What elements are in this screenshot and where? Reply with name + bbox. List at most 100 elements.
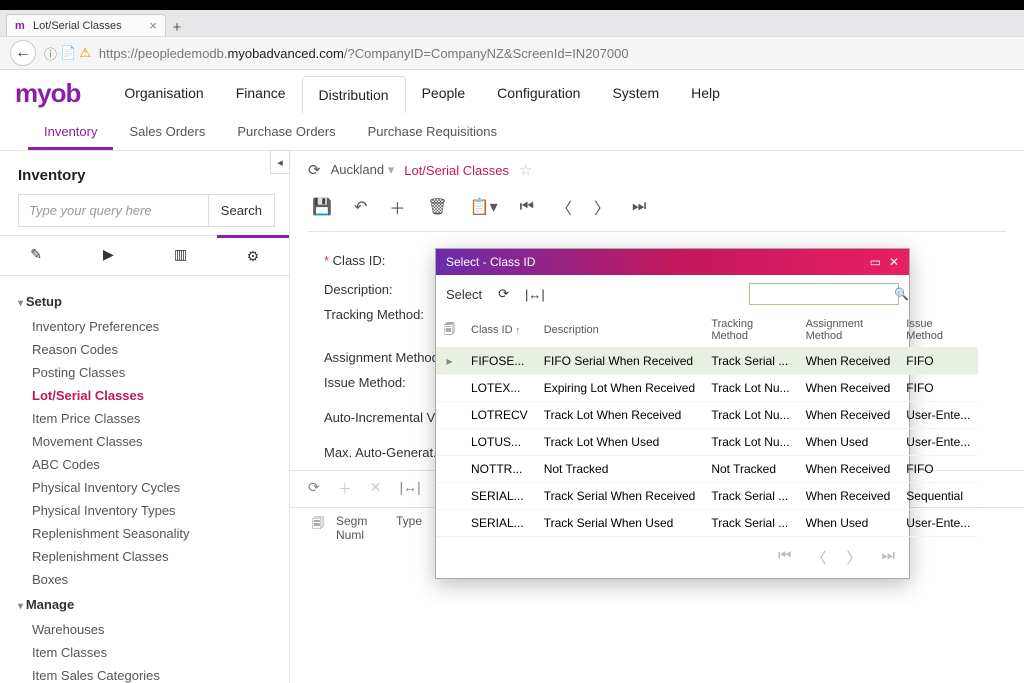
undo-icon[interactable]: ↶ [354, 197, 367, 217]
sidebar-collapse-button[interactable]: ◂ [270, 150, 290, 174]
popup-search-box[interactable]: 🔍 [749, 283, 899, 305]
grid-delete-icon[interactable]: ✕ [370, 479, 382, 499]
browser-tab[interactable]: m Lot/Serial Classes × [6, 14, 166, 36]
popup-search-input[interactable] [756, 286, 894, 302]
tree-item[interactable]: Replenishment Classes [18, 545, 275, 568]
top-nav-configuration[interactable]: Configuration [481, 75, 596, 112]
popup-titlebar[interactable]: Select - Class ID ▭ ✕ [436, 249, 909, 275]
site-identity-icons[interactable]: ⓘ 📄 ⚠ [44, 44, 91, 63]
tree-item[interactable]: Lot/Serial Classes [18, 384, 275, 407]
edit-tab-icon[interactable]: ✎ [0, 236, 72, 275]
pager-prev-icon[interactable]: 〈 [811, 547, 826, 568]
next-record-icon[interactable]: 〉 [594, 195, 610, 219]
popup-col-issue[interactable]: Issue Method [898, 313, 978, 348]
tree-item[interactable]: Warehouses [18, 618, 275, 641]
favicon: m [15, 20, 27, 32]
page-title: Lot/Serial Classes [404, 163, 509, 178]
tree-item[interactable]: Item Sales Categories [18, 664, 275, 683]
popup-col-assignment[interactable]: Assignment Method [798, 313, 899, 348]
popup-row[interactable]: LOTRECVTrack Lot When ReceivedTrack Lot … [436, 402, 978, 429]
favorite-icon[interactable]: ☆ [519, 161, 532, 179]
top-nav-finance[interactable]: Finance [220, 75, 302, 112]
save-icon[interactable]: 💾 [312, 197, 332, 217]
subnav-inventory[interactable]: Inventory [28, 116, 113, 150]
tree-item[interactable]: Movement Classes [18, 430, 275, 453]
select-class-id-popup: Select - Class ID ▭ ✕ Select ⟳ |↔| 🔍 🗐 C… [435, 248, 910, 579]
reader-icon: 📄 [60, 45, 76, 61]
grid-refresh-icon[interactable]: ⟳ [308, 479, 320, 499]
subnav-sales-orders[interactable]: Sales Orders [113, 116, 221, 150]
play-tab-icon[interactable]: ▶ [72, 236, 144, 275]
logo: myob [15, 78, 80, 109]
tree-item[interactable]: Posting Classes [18, 361, 275, 384]
top-nav-people[interactable]: People [406, 75, 482, 112]
company-selector[interactable]: Auckland ▾ [331, 162, 395, 178]
popup-col-classid[interactable]: Class ID ↑ [463, 313, 536, 348]
sub-nav: InventorySales OrdersPurchase OrdersPurc… [0, 116, 1024, 151]
pager-next-icon[interactable]: 〉 [846, 547, 861, 568]
add-icon[interactable]: ＋ [389, 195, 405, 219]
tab-close-icon[interactable]: × [149, 18, 157, 33]
top-nav-organisation[interactable]: Organisation [108, 75, 219, 112]
sidebar-search-button[interactable]: Search [209, 194, 275, 227]
top-nav-system[interactable]: System [596, 75, 675, 112]
popup-row[interactable]: ▸FIFOSE...FIFO Serial When ReceivedTrack… [436, 348, 978, 375]
clipboard-menu-icon[interactable]: 📋▾ [470, 197, 498, 217]
tree-item[interactable]: Physical Inventory Cycles [18, 476, 275, 499]
tree-item[interactable]: ABC Codes [18, 453, 275, 476]
tree-item[interactable]: Item Classes [18, 641, 275, 664]
first-record-icon[interactable]: ⏮ [520, 198, 534, 216]
tree-item[interactable]: Physical Inventory Types [18, 499, 275, 522]
last-record-icon[interactable]: ⏭ [632, 198, 646, 216]
record-toolbar: 💾 ↶ ＋ 🗑 📋▾ ⏮ 〈 〉 ⏭ [308, 191, 1006, 232]
new-tab-icon[interactable]: + [166, 19, 188, 36]
tree-item[interactable]: Replenishment Seasonality [18, 522, 275, 545]
popup-row-expand-header[interactable]: 🗐 [436, 313, 463, 348]
col-segm[interactable]: Segm Numl [336, 514, 396, 542]
popup-refresh-icon[interactable]: ⟳ [498, 286, 509, 302]
popup-row[interactable]: SERIAL...Track Serial When UsedTrack Ser… [436, 510, 978, 537]
chart-tab-icon[interactable]: ▥ [145, 236, 217, 275]
col-type[interactable]: Type [396, 514, 422, 542]
popup-fit-icon[interactable]: |↔| [525, 287, 545, 302]
grid-fit-icon[interactable]: |↔| [399, 479, 420, 499]
popup-toolbar: Select ⟳ |↔| 🔍 [436, 275, 909, 313]
tree-section-setup[interactable]: Setup [18, 294, 275, 309]
grid-add-icon[interactable]: ＋ [338, 479, 352, 499]
popup-maximize-icon[interactable]: ▭ [870, 255, 881, 269]
popup-col-tracking[interactable]: Tracking Method [703, 313, 797, 348]
popup-row[interactable]: LOTEX...Expiring Lot When ReceivedTrack … [436, 375, 978, 402]
tab-title: Lot/Serial Classes [33, 20, 122, 32]
info-icon: ⓘ [44, 44, 57, 63]
popup-close-icon[interactable]: ✕ [889, 255, 899, 269]
popup-search-icon[interactable]: 🔍 [894, 287, 909, 301]
refresh-icon[interactable]: ⟳ [308, 161, 321, 179]
sidebar-search-input[interactable] [18, 194, 209, 227]
breadcrumb: ⟳ Auckland ▾ Lot/Serial Classes ☆ [308, 161, 1006, 179]
app-header: myob OrganisationFinanceDistributionPeop… [0, 70, 1024, 116]
tree-item[interactable]: Boxes [18, 568, 275, 591]
popup-select-button[interactable]: Select [446, 287, 482, 302]
prev-record-icon[interactable]: 〈 [556, 195, 572, 219]
pager-last-icon[interactable]: ⏭ [881, 547, 895, 568]
tree-item[interactable]: Inventory Preferences [18, 315, 275, 338]
browser-tab-strip: m Lot/Serial Classes × + [0, 10, 1024, 36]
tree-item[interactable]: Item Price Classes [18, 407, 275, 430]
grid-attach-icon[interactable]: 🗐 [312, 514, 336, 542]
top-nav-help[interactable]: Help [675, 75, 736, 112]
nav-back-button[interactable]: ← [10, 40, 36, 66]
tree-item[interactable]: Reason Codes [18, 338, 275, 361]
url-text[interactable]: https://peopledemodb.myobadvanced.com/?C… [99, 46, 629, 61]
subnav-purchase-orders[interactable]: Purchase Orders [221, 116, 351, 150]
subnav-purchase-requisitions[interactable]: Purchase Requisitions [352, 116, 513, 150]
popup-row[interactable]: LOTUS...Track Lot When UsedTrack Lot Nu.… [436, 429, 978, 456]
top-nav-distribution[interactable]: Distribution [302, 76, 406, 113]
sidebar: ◂ Inventory Search ✎ ▶ ▥ ⚙ SetupInventor… [0, 151, 290, 683]
popup-row[interactable]: NOTTR...Not TrackedNot TrackedWhen Recei… [436, 456, 978, 483]
popup-col-description[interactable]: Description [536, 313, 704, 348]
delete-icon[interactable]: 🗑 [427, 197, 447, 217]
settings-tab-icon[interactable]: ⚙ [217, 235, 289, 275]
pager-first-icon[interactable]: ⏮ [778, 547, 792, 568]
tree-section-manage[interactable]: Manage [18, 597, 275, 612]
popup-row[interactable]: SERIAL...Track Serial When ReceivedTrack… [436, 483, 978, 510]
